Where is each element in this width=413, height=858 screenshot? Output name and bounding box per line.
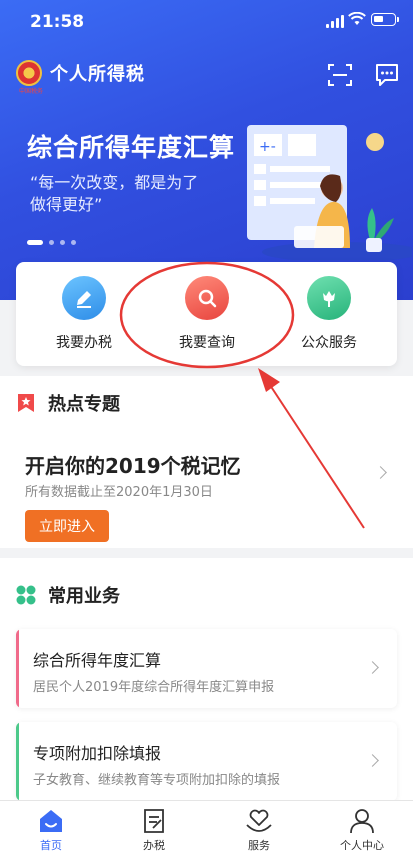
business-item-title: 综合所得年度汇算 [33, 651, 162, 670]
quick-action-label: 我要办税 [56, 335, 112, 351]
quick-action-query[interactable]: 我要查询 [152, 276, 262, 352]
home-icon [40, 810, 62, 832]
bottom-tab-bar: 首页 办税 服务 个人中心 [0, 800, 413, 858]
quick-action-public-service[interactable]: 公众服务 [274, 276, 384, 352]
battery-tip [397, 17, 399, 22]
app-title-text: 个人所得税 [50, 64, 145, 85]
tab-label: 服务 [248, 839, 270, 852]
item-accent-bar [16, 629, 19, 708]
business-item-annual-settlement[interactable]: 综合所得年度汇算 居民个人2019年度综合所得年度汇算申报 [16, 629, 397, 708]
tab-home[interactable]: 首页 [16, 807, 86, 853]
tab-label: 首页 [40, 839, 62, 852]
business-item-title: 专项附加扣除填报 [33, 744, 162, 763]
status-time: 21:58 [30, 12, 85, 32]
search-icon [185, 276, 229, 320]
common-business-title: 常用业务 [48, 586, 120, 607]
hot-topic-subtitle: 所有数据截止至2020年1月30日 [25, 485, 213, 500]
hero-banner: 21:58 个人所得税 中国税务 综合所得年度汇算 “每一次改变，都是为了做得更… [0, 0, 413, 300]
carousel-indicator[interactable] [27, 240, 76, 245]
quick-action-label: 我要查询 [179, 335, 235, 351]
item-accent-bar [16, 722, 19, 801]
banner-illustration: +- [247, 125, 412, 260]
message-icon[interactable] [374, 62, 400, 88]
signal-icon [326, 15, 344, 28]
wifi-icon [348, 12, 366, 25]
quick-action-label: 公众服务 [301, 335, 357, 351]
chevron-right-icon [366, 661, 379, 674]
bookmark-star-icon [18, 394, 34, 412]
edit-icon [62, 276, 106, 320]
common-business-header: 常用业务 [16, 582, 120, 608]
hot-topic-title[interactable]: 开启你的2019个税记忆 [25, 450, 241, 479]
hot-topics-header: 热点专题 [16, 390, 120, 416]
quick-action-handle-tax[interactable]: 我要办税 [29, 276, 139, 352]
person-icon [350, 809, 374, 834]
svg-text:+-: +- [259, 139, 276, 155]
business-item-subtitle: 子女教育、继续教育等专项附加扣除的填报 [33, 773, 281, 788]
emblem-caption: 中国税务 [18, 88, 43, 95]
tab-personal-center[interactable]: 个人中心 [327, 807, 397, 853]
grid-clover-icon [16, 585, 36, 605]
scan-icon[interactable] [327, 62, 353, 88]
hot-topics-title: 热点专题 [48, 394, 120, 415]
enter-now-button[interactable]: 立即进入 [25, 510, 109, 542]
business-item-special-deduction[interactable]: 专项附加扣除填报 子女教育、继续教育等专项附加扣除的填报 [16, 722, 397, 801]
tax-emblem-icon [16, 60, 42, 86]
chevron-right-icon [366, 754, 379, 767]
heart-hand-icon [246, 809, 272, 832]
tab-tax[interactable]: 办税 [119, 807, 189, 853]
battery-icon [371, 13, 396, 26]
business-item-subtitle: 居民个人2019年度综合所得年度汇算申报 [33, 680, 275, 695]
tab-label: 个人中心 [340, 839, 384, 852]
quick-actions-card: 我要办税 我要查询 公众服务 [16, 262, 397, 366]
app-title: 个人所得税 [16, 60, 145, 86]
banner-title[interactable]: 综合所得年度汇算 [27, 128, 235, 164]
banner-subtitle: “每一次改变，都是为了做得更好” [30, 173, 199, 214]
tab-label: 办税 [143, 839, 165, 852]
document-icon [144, 809, 164, 833]
tab-service[interactable]: 服务 [224, 807, 294, 853]
status-bar: 21:58 [0, 0, 413, 44]
flower-icon [307, 276, 351, 320]
